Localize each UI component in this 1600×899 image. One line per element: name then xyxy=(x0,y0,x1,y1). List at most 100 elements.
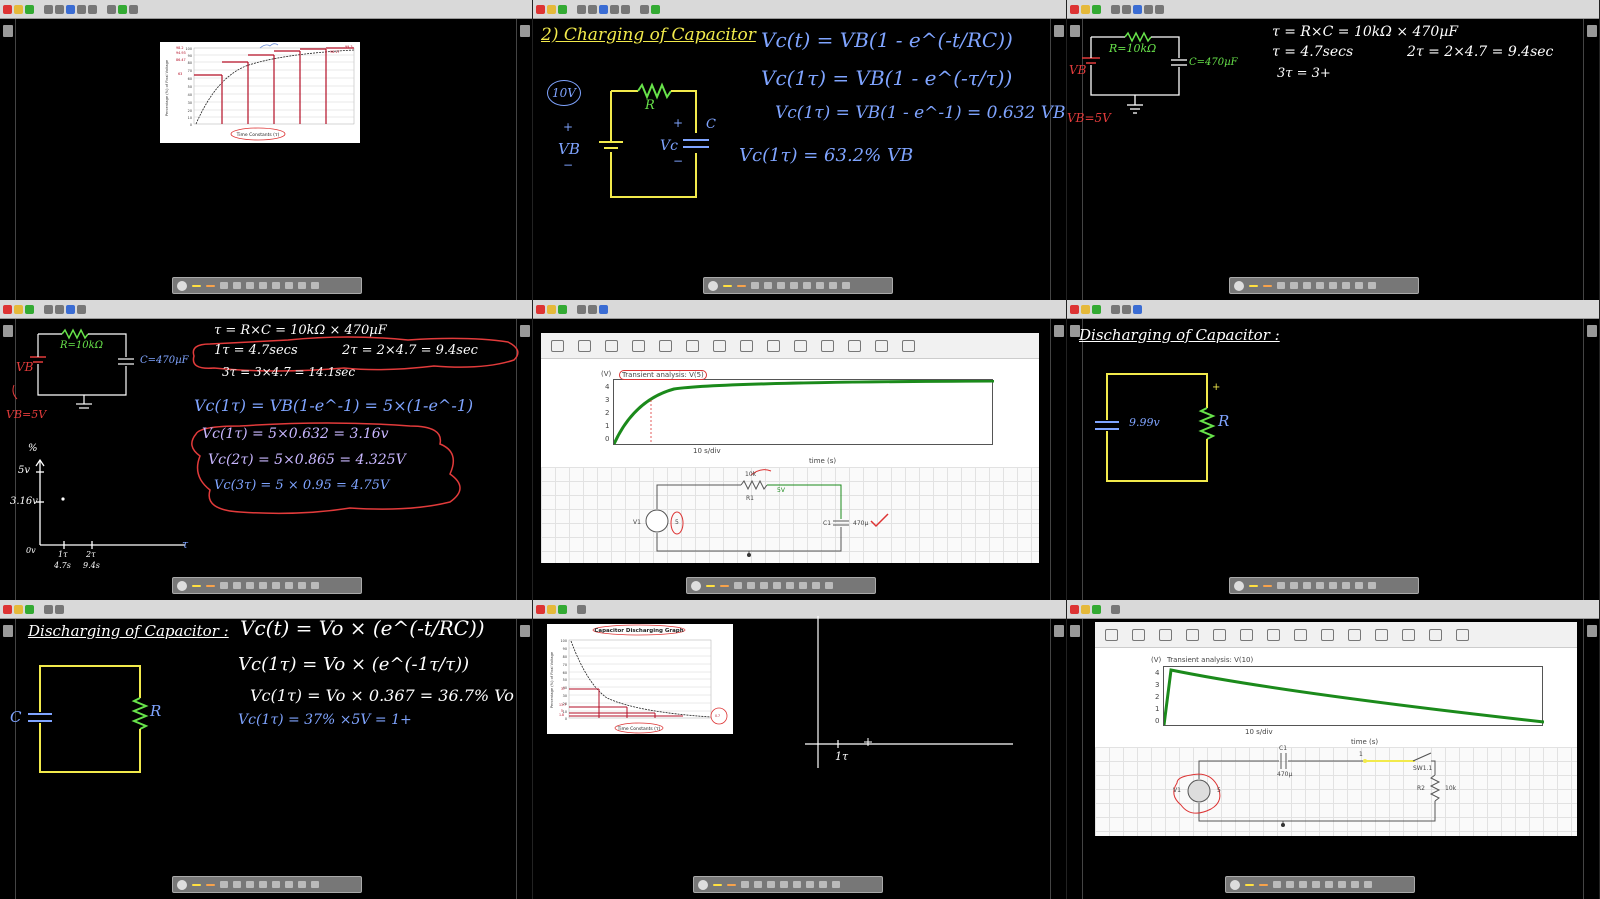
menu-icon[interactable] xyxy=(1368,582,1376,589)
hand-icon[interactable] xyxy=(1277,582,1285,589)
line-icon[interactable] xyxy=(777,282,785,289)
stamps-icon[interactable] xyxy=(129,4,138,14)
check-icon[interactable] xyxy=(259,881,267,888)
clear-icon[interactable] xyxy=(1351,881,1359,888)
line-icon[interactable] xyxy=(767,881,775,888)
marker-icon[interactable] xyxy=(1259,883,1268,886)
check-icon[interactable] xyxy=(790,282,798,289)
page-nav-icon[interactable] xyxy=(1587,625,1597,637)
check-icon[interactable] xyxy=(259,582,267,589)
flip-icon[interactable] xyxy=(686,339,699,352)
marker-icon[interactable] xyxy=(737,284,746,287)
marker-icon[interactable] xyxy=(206,883,215,886)
pen-icon[interactable] xyxy=(1249,584,1258,587)
close-icon[interactable] xyxy=(3,4,12,14)
eraser-icon[interactable] xyxy=(285,582,293,589)
pen-icon[interactable] xyxy=(713,883,722,886)
undo-icon[interactable] xyxy=(1267,628,1280,641)
pointer-icon[interactable] xyxy=(1290,582,1298,589)
palette-icon[interactable] xyxy=(177,280,187,291)
pen-tool-icon[interactable] xyxy=(44,4,53,14)
eraser-icon[interactable] xyxy=(816,282,824,289)
check-icon[interactable] xyxy=(773,582,781,589)
line-icon[interactable] xyxy=(1299,881,1307,888)
clear-icon[interactable] xyxy=(1355,282,1363,289)
close-icon[interactable] xyxy=(536,304,545,314)
line-icon[interactable] xyxy=(1303,282,1311,289)
more-icon[interactable] xyxy=(902,339,915,352)
menu-icon[interactable] xyxy=(311,881,319,888)
copy-icon[interactable] xyxy=(767,339,780,352)
menu-icon[interactable] xyxy=(825,582,833,589)
line-icon[interactable] xyxy=(760,582,768,589)
maximize-icon[interactable] xyxy=(25,4,34,14)
check-icon[interactable] xyxy=(259,282,267,289)
pointer-icon[interactable] xyxy=(233,282,241,289)
pointer-icon[interactable] xyxy=(233,881,241,888)
schematic-canvas[interactable]: V1 5 10k R1 5V C1 470µ xyxy=(541,467,1039,563)
line-icon[interactable] xyxy=(246,582,254,589)
clipboard-icon[interactable] xyxy=(1429,628,1442,641)
shapes-tool-icon[interactable] xyxy=(66,4,75,14)
page-nav-icon[interactable] xyxy=(1054,325,1064,337)
text-icon[interactable] xyxy=(272,881,280,888)
marker-icon[interactable] xyxy=(727,883,736,886)
text-icon[interactable] xyxy=(786,582,794,589)
pen-tool-icon[interactable] xyxy=(1111,604,1120,614)
hand-icon[interactable] xyxy=(734,582,742,589)
pointer-icon[interactable] xyxy=(754,881,762,888)
redo-icon[interactable] xyxy=(88,4,97,14)
copy-icon[interactable] xyxy=(1321,628,1334,641)
eraser-icon[interactable] xyxy=(799,582,807,589)
palette-icon[interactable] xyxy=(698,879,708,890)
undo-icon[interactable] xyxy=(77,4,86,14)
pen-icon[interactable] xyxy=(723,284,732,287)
duplicate-icon[interactable] xyxy=(794,339,807,352)
pen-icon[interactable] xyxy=(706,584,715,587)
hand-icon[interactable] xyxy=(1273,881,1281,888)
minimize-icon[interactable] xyxy=(547,304,556,314)
settings-icon[interactable] xyxy=(551,339,564,352)
view-icon[interactable] xyxy=(578,339,591,352)
settings-icon[interactable] xyxy=(1105,628,1118,641)
text-icon[interactable] xyxy=(1329,582,1337,589)
palette-icon[interactable] xyxy=(708,280,718,291)
line-icon[interactable] xyxy=(1303,582,1311,589)
clear-icon[interactable] xyxy=(298,582,306,589)
menu-icon[interactable] xyxy=(311,582,319,589)
play-icon[interactable] xyxy=(1159,628,1172,641)
hand-icon[interactable] xyxy=(751,282,759,289)
text-icon[interactable] xyxy=(272,282,280,289)
maximize-icon[interactable] xyxy=(1092,604,1101,614)
marker-icon[interactable] xyxy=(720,584,729,587)
menu-icon[interactable] xyxy=(832,881,840,888)
menu-icon[interactable] xyxy=(1364,881,1372,888)
clear-icon[interactable] xyxy=(812,582,820,589)
palette-icon[interactable] xyxy=(177,580,187,591)
shapes-tool-icon[interactable] xyxy=(599,304,608,314)
play-icon[interactable] xyxy=(605,339,618,352)
maximize-icon[interactable] xyxy=(558,304,567,314)
pointer-icon[interactable] xyxy=(747,582,755,589)
eraser-icon[interactable] xyxy=(285,282,293,289)
close-icon[interactable] xyxy=(1070,604,1079,614)
hand-icon[interactable] xyxy=(741,881,749,888)
schematic-canvas[interactable]: V1 5 C1 470µ 1 SW1.1 R2 10k xyxy=(1095,745,1577,836)
pointer-icon[interactable] xyxy=(1290,282,1298,289)
line-icon[interactable] xyxy=(246,282,254,289)
grid-icon[interactable] xyxy=(118,4,127,14)
redo-icon[interactable] xyxy=(740,339,753,352)
rotate-icon[interactable] xyxy=(659,339,672,352)
text-icon[interactable] xyxy=(1325,881,1333,888)
check-icon[interactable] xyxy=(1312,881,1320,888)
pointer-icon[interactable] xyxy=(764,282,772,289)
menu-icon[interactable] xyxy=(311,282,319,289)
clipboard-icon[interactable] xyxy=(875,339,888,352)
clear-icon[interactable] xyxy=(1355,582,1363,589)
hand-icon[interactable] xyxy=(220,881,228,888)
pages-icon[interactable] xyxy=(107,4,116,14)
text-icon[interactable] xyxy=(803,282,811,289)
text-icon[interactable] xyxy=(793,881,801,888)
check-icon[interactable] xyxy=(780,881,788,888)
pen-tool-icon[interactable] xyxy=(577,304,586,314)
